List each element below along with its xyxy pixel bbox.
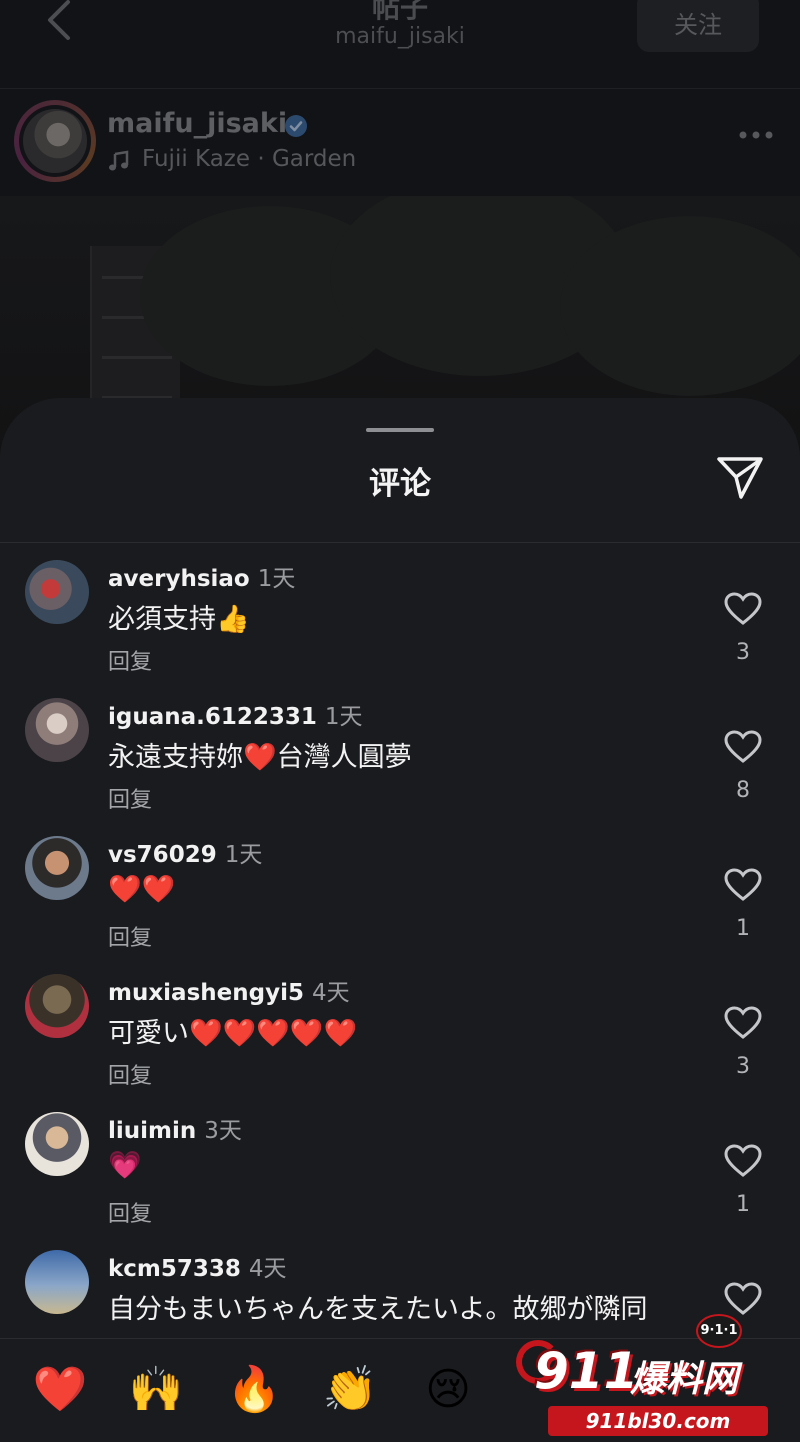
- comment-list: averyhsiao 1天 必須支持👍 回复 3 iguana.6122331 1天…: [0, 552, 800, 1338]
- comment-item: liuimin 3天 💗 回复 1: [0, 1104, 800, 1242]
- comment-text: 💗: [108, 1150, 142, 1181]
- avatar[interactable]: [25, 1250, 89, 1314]
- reply-button[interactable]: 回复: [108, 920, 152, 952]
- comment-time: 1天: [224, 842, 263, 868]
- emoji-fire-button[interactable]: 🔥: [224, 1360, 284, 1420]
- drag-handle[interactable]: [366, 428, 434, 432]
- header-divider: [0, 88, 800, 89]
- post-author-row: maifu_jisaki Fujii Kaze · Garden: [0, 96, 800, 192]
- emoji-heart-button[interactable]: ❤️: [30, 1360, 90, 1420]
- heart-like-icon[interactable]: [724, 730, 762, 764]
- comment-time: 4天: [248, 1256, 287, 1282]
- heart-like-icon[interactable]: [724, 1144, 762, 1178]
- heart-like-icon[interactable]: [724, 1282, 762, 1316]
- reply-button[interactable]: 回复: [108, 1058, 152, 1090]
- avatar[interactable]: [25, 836, 89, 900]
- like-count: 8: [736, 778, 750, 803]
- avatar[interactable]: [25, 560, 89, 624]
- verified-badge-icon: [285, 115, 307, 137]
- comment-username[interactable]: iguana.6122331 1天: [108, 697, 363, 731]
- watermark-url: 911bl30.com: [548, 1406, 768, 1436]
- avatar[interactable]: [25, 974, 89, 1038]
- sheet-divider: [0, 542, 800, 543]
- comment-text: ❤️❤️: [108, 874, 176, 905]
- watermark-badge: 9·1·1: [696, 1314, 742, 1348]
- comment-username[interactable]: vs76029 1天: [108, 835, 262, 869]
- like-count: 3: [736, 1054, 750, 1079]
- app-root: 帖子 maifu_jisaki 关注 maifu_jisaki Fujii Ka…: [0, 0, 800, 1442]
- emoji-clap-button[interactable]: 👏: [320, 1360, 380, 1420]
- music-track-label[interactable]: Fujii Kaze · Garden: [142, 146, 356, 172]
- more-options-icon[interactable]: [738, 130, 774, 140]
- comment-text: 必須支持👍: [108, 604, 250, 635]
- like-count: 3: [736, 640, 750, 665]
- reply-button[interactable]: 回复: [108, 782, 152, 814]
- comment-time: 1天: [324, 704, 363, 730]
- heart-like-icon[interactable]: [724, 868, 762, 902]
- like-count: 1: [736, 916, 750, 941]
- comment-text: 可愛い❤️❤️❤️❤️❤️: [108, 1018, 358, 1049]
- watermark-logo: 9·1·1 911 爆料网 911bl30.com: [510, 1312, 800, 1442]
- like-count: 1: [736, 1192, 750, 1217]
- comment-time: 3天: [204, 1118, 242, 1144]
- comment-time: 4天: [311, 980, 350, 1006]
- reply-button[interactable]: 回复: [108, 1196, 152, 1228]
- music-note-icon: [109, 150, 129, 171]
- avatar[interactable]: [25, 698, 89, 762]
- comment-item: iguana.6122331 1天 永遠支持妳❤️台灣人圓夢 回复 8: [0, 690, 800, 828]
- comment-username[interactable]: muxiashengyi5 4天: [108, 973, 350, 1007]
- top-bar: 帖子 maifu_jisaki 关注: [0, 0, 800, 84]
- watermark-brand: 911: [534, 1342, 639, 1400]
- comments-title: 评论: [369, 466, 431, 502]
- send-share-icon[interactable]: [716, 456, 764, 500]
- author-avatar[interactable]: [14, 100, 96, 182]
- watermark-name: 爆料网: [630, 1359, 739, 1400]
- comment-text: 永遠支持妳❤️台灣人圓夢: [108, 742, 412, 773]
- comment-username[interactable]: kcm57338 4天: [108, 1249, 287, 1283]
- comment-item: vs76029 1天 ❤️❤️ 回复 1: [0, 828, 800, 966]
- comment-username[interactable]: liuimin 3天: [108, 1111, 242, 1145]
- comment-time: 1天: [257, 566, 296, 592]
- follow-button[interactable]: 关注: [637, 0, 759, 52]
- reply-button[interactable]: 回复: [108, 644, 152, 676]
- avatar[interactable]: [25, 1112, 89, 1176]
- emoji-raised-hands-button[interactable]: 🙌: [126, 1360, 186, 1420]
- comment-item: averyhsiao 1天 必須支持👍 回复 3: [0, 552, 800, 690]
- comments-sheet: 评论 averyhsiao 1天 必須支持👍 回复 3 iguana.612233…: [0, 398, 800, 1442]
- author-name[interactable]: maifu_jisaki: [107, 108, 287, 139]
- comment-username[interactable]: averyhsiao 1天: [108, 559, 295, 593]
- emoji-crying-button[interactable]: 😢: [418, 1360, 478, 1420]
- comment-item: muxiashengyi5 4天 可愛い❤️❤️❤️❤️❤️ 回复 3: [0, 966, 800, 1104]
- heart-like-icon[interactable]: [724, 592, 762, 626]
- heart-like-icon[interactable]: [724, 1006, 762, 1040]
